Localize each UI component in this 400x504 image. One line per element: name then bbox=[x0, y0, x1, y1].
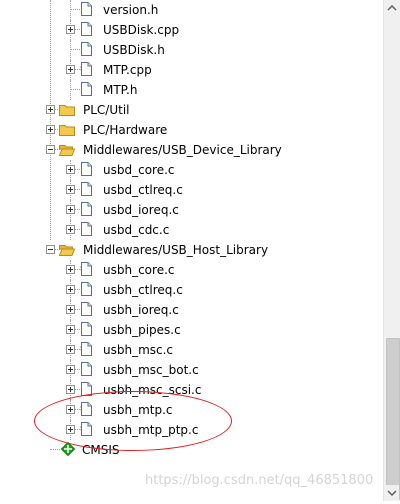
tree-file-row[interactable]: usbh_ioreq.c bbox=[0, 300, 383, 320]
tree-file-row[interactable]: usbh_pipes.c bbox=[0, 320, 383, 340]
expand-icon[interactable] bbox=[66, 65, 75, 74]
tree-item-label: usbd_cdc.c bbox=[103, 223, 170, 237]
chevron-down-icon bbox=[387, 490, 397, 497]
file-icon bbox=[81, 62, 92, 76]
expand-icon[interactable] bbox=[66, 345, 75, 354]
expand-icon[interactable] bbox=[66, 305, 75, 314]
folder-icon bbox=[59, 125, 75, 136]
file-icon bbox=[81, 302, 92, 316]
tree-item-label: usbh_core.c bbox=[103, 263, 175, 277]
tree-file-row[interactable]: ✱usbh_msc.c bbox=[0, 340, 383, 360]
file-icon bbox=[81, 262, 92, 276]
tree-file-row[interactable]: ✱MTP.cpp bbox=[0, 60, 383, 80]
tree-item-label: MTP.cpp bbox=[103, 63, 152, 77]
tree-item-label: MTP.h bbox=[103, 83, 138, 97]
tree-item-label: Middlewares/USB_Device_Library bbox=[83, 143, 282, 157]
tree-connector bbox=[70, 9, 80, 10]
tree-file-row[interactable]: USBDisk.h bbox=[0, 40, 383, 60]
expand-icon[interactable] bbox=[66, 265, 75, 274]
tree-item-label: USBDisk.cpp bbox=[103, 23, 180, 37]
tree-file-row[interactable]: usbd_core.c bbox=[0, 160, 383, 180]
highlight-ellipse bbox=[34, 391, 232, 451]
file-icon bbox=[81, 342, 92, 356]
expand-icon[interactable] bbox=[66, 165, 75, 174]
expand-icon[interactable] bbox=[66, 365, 75, 374]
tree-file-row[interactable]: usbd_cdc.c bbox=[0, 220, 383, 240]
file-icon bbox=[81, 42, 92, 56]
tree-connector bbox=[70, 89, 80, 90]
file-icon bbox=[81, 22, 92, 36]
folder-open-icon bbox=[59, 245, 75, 256]
expand-icon[interactable] bbox=[46, 105, 55, 114]
tree-file-row[interactable]: usbd_ctlreq.c bbox=[0, 180, 383, 200]
tree-item-label: PLC/Util bbox=[83, 103, 130, 117]
tree-item-label: usbh_ioreq.c bbox=[103, 303, 179, 317]
file-icon bbox=[81, 222, 92, 236]
tree-file-row[interactable]: usbd_ioreq.c bbox=[0, 200, 383, 220]
scroll-down-button[interactable] bbox=[385, 485, 399, 501]
tree-folder-row[interactable]: Middlewares/USB_Device_Library bbox=[0, 140, 383, 160]
expand-icon[interactable] bbox=[66, 285, 75, 294]
file-icon bbox=[81, 82, 92, 96]
tree-item-label: usbd_ioreq.c bbox=[103, 203, 179, 217]
file-icon bbox=[81, 362, 92, 376]
folder-open-icon bbox=[59, 145, 75, 156]
tree-file-row[interactable]: USBDisk.cpp bbox=[0, 20, 383, 40]
file-icon bbox=[81, 2, 92, 16]
tree-file-row[interactable]: usbh_ctlreq.c bbox=[0, 280, 383, 300]
tree-guide-line bbox=[70, 40, 71, 60]
tree-connector bbox=[50, 449, 60, 450]
tree-item-label: Middlewares/USB_Host_Library bbox=[83, 243, 269, 257]
tree-guide-line bbox=[70, 80, 71, 100]
expand-icon[interactable] bbox=[66, 25, 75, 34]
expand-icon[interactable] bbox=[66, 205, 75, 214]
expand-icon[interactable] bbox=[66, 185, 75, 194]
file-icon bbox=[81, 282, 92, 296]
collapse-icon[interactable] bbox=[46, 245, 55, 254]
tree-item-label: usbh_pipes.c bbox=[103, 323, 181, 337]
tree-file-row[interactable]: usbh_msc_bot.c bbox=[0, 360, 383, 380]
expand-icon[interactable] bbox=[66, 325, 75, 334]
folder-icon bbox=[59, 105, 75, 116]
chevron-up-icon bbox=[387, 4, 397, 11]
tree-item-label: usbd_ctlreq.c bbox=[103, 183, 183, 197]
tree-item-label: USBDisk.h bbox=[103, 43, 165, 57]
tree-folder-row[interactable]: PLC/Hardware bbox=[0, 120, 383, 140]
vertical-scrollbar[interactable] bbox=[383, 0, 400, 501]
expand-icon[interactable] bbox=[66, 225, 75, 234]
tree-item-label: usbh_msc.c bbox=[103, 343, 174, 357]
tree-item-label: PLC/Hardware bbox=[83, 123, 168, 137]
tree-item-label: usbd_core.c bbox=[103, 163, 175, 177]
expand-icon[interactable] bbox=[66, 385, 75, 394]
file-icon bbox=[81, 182, 92, 196]
tree-folder-row[interactable]: PLC/Util bbox=[0, 100, 383, 120]
tree-item-label: usbh_msc_bot.c bbox=[103, 363, 199, 377]
file-icon bbox=[81, 202, 92, 216]
collapse-icon[interactable] bbox=[46, 145, 55, 154]
tree-file-row[interactable]: ✱usbh_core.c bbox=[0, 260, 383, 280]
tree-folder-row[interactable]: Middlewares/USB_Host_Library bbox=[0, 240, 383, 260]
tree-item-label: version.h bbox=[103, 3, 159, 17]
scroll-up-button[interactable] bbox=[385, 0, 399, 16]
expand-icon[interactable] bbox=[46, 125, 55, 134]
tree-file-row[interactable]: version.h bbox=[0, 0, 383, 20]
file-icon bbox=[81, 162, 92, 176]
tree-file-row[interactable]: MTP.h bbox=[0, 80, 383, 100]
file-icon bbox=[81, 322, 92, 336]
tree-item-label: usbh_ctlreq.c bbox=[103, 283, 183, 297]
tree-guide-line bbox=[70, 0, 71, 20]
watermark-text: https://blog.csdn.net/qq_46851800 bbox=[145, 473, 374, 488]
scroll-thumb[interactable] bbox=[386, 338, 400, 500]
tree-connector bbox=[70, 49, 80, 50]
